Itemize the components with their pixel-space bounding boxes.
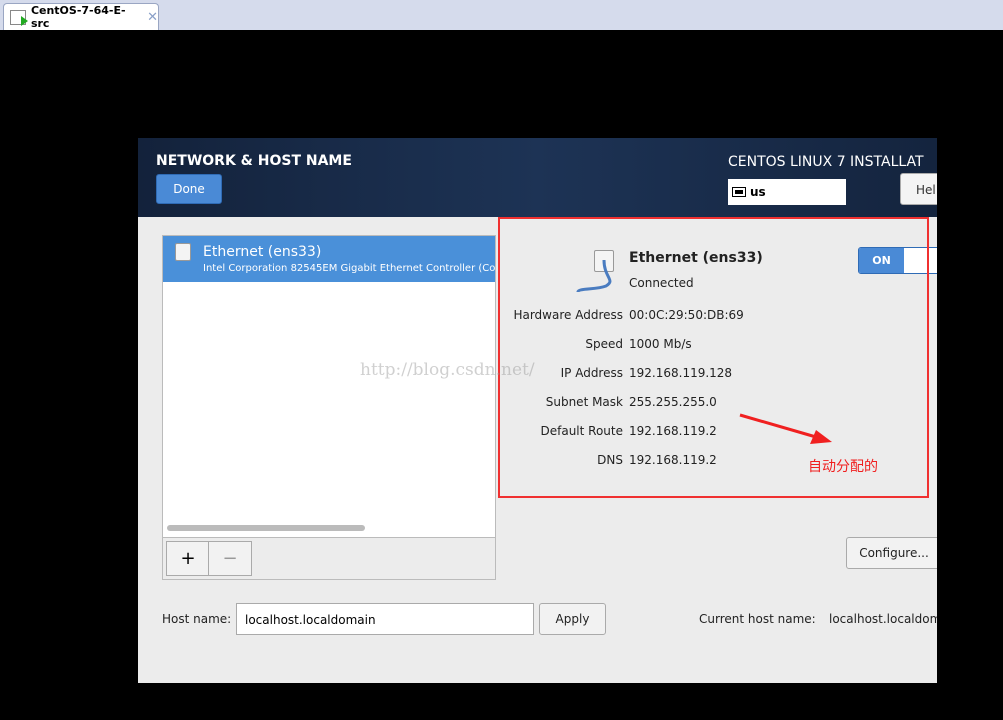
device-list: Ethernet (ens33) Intel Corporation 82545… — [162, 235, 496, 580]
list-item[interactable]: Ethernet (ens33) Intel Corporation 82545… — [163, 236, 495, 282]
ethernet-icon — [175, 243, 191, 261]
page-title: NETWORK & HOST NAME — [156, 153, 352, 169]
vm-tab-title: CentOS-7-64-E-src — [30, 4, 126, 30]
device-description: Intel Corporation 82545EM Gigabit Ethern… — [203, 263, 495, 274]
watermark: http://blog.csdn.net/ — [360, 360, 535, 380]
keyboard-label: us — [750, 185, 766, 199]
vm-tab[interactable]: CentOS-7-64-E-src ✕ — [3, 3, 159, 30]
keyboard-layout[interactable]: us — [728, 179, 846, 205]
annotation-arrow — [739, 413, 832, 444]
add-device-button[interactable]: + — [166, 541, 210, 576]
device-name: Ethernet (ens33) — [203, 244, 322, 260]
hostname-label: Host name: — [162, 612, 232, 626]
installer-screen: NETWORK & HOST NAME Done CENTOS LINUX 7 … — [138, 138, 937, 683]
keyboard-icon — [732, 187, 746, 197]
close-icon[interactable]: ✕ — [147, 10, 158, 25]
product-title: CENTOS LINUX 7 INSTALLAT — [728, 154, 924, 170]
vm-tab-bar: CentOS-7-64-E-src ✕ — [0, 0, 1003, 30]
list-toolbar: + − — [163, 537, 495, 579]
done-button[interactable]: Done — [156, 174, 222, 204]
help-button[interactable]: Hel — [900, 173, 937, 205]
current-hostname-label: Current host name: — [699, 612, 816, 626]
current-hostname-value: localhost.localdomain — [829, 612, 937, 626]
configure-button[interactable]: Configure... — [846, 537, 937, 569]
horizontal-scrollbar[interactable] — [167, 525, 365, 531]
annotation-text: 自动分配的 — [808, 459, 878, 475]
hostname-input[interactable]: localhost.localdomain — [236, 603, 534, 635]
remove-device-button[interactable]: − — [208, 541, 252, 576]
vm-icon — [10, 9, 28, 26]
apply-button[interactable]: Apply — [539, 603, 606, 635]
header: NETWORK & HOST NAME Done CENTOS LINUX 7 … — [138, 138, 937, 217]
